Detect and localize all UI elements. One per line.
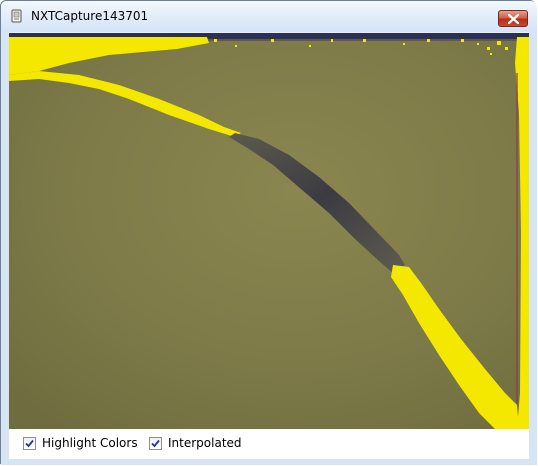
close-button[interactable] (498, 10, 528, 27)
window-frame-left (1, 32, 9, 465)
window-frame-right (529, 32, 537, 465)
highlight-colors-label[interactable]: Highlight Colors (42, 436, 138, 450)
interpolated-checkbox[interactable] (149, 437, 162, 450)
window-title: NXTCapture143701 (31, 9, 149, 23)
checkmark-icon (25, 439, 34, 448)
app-icon (11, 9, 22, 23)
highlight-colors-checkbox[interactable] (23, 437, 36, 450)
checkmark-icon (151, 439, 160, 448)
options-panel: Highlight Colors Interpolated (9, 429, 529, 459)
title-bar[interactable]: NXTCapture143701 (1, 1, 537, 32)
window-frame-bottom (1, 459, 537, 465)
interpolated-label[interactable]: Interpolated (168, 436, 242, 450)
camera-capture-view (9, 33, 529, 429)
capture-window: NXTCapture143701 Highlight Colors Interp… (0, 0, 537, 465)
close-icon (508, 14, 519, 24)
captured-image (9, 33, 529, 429)
